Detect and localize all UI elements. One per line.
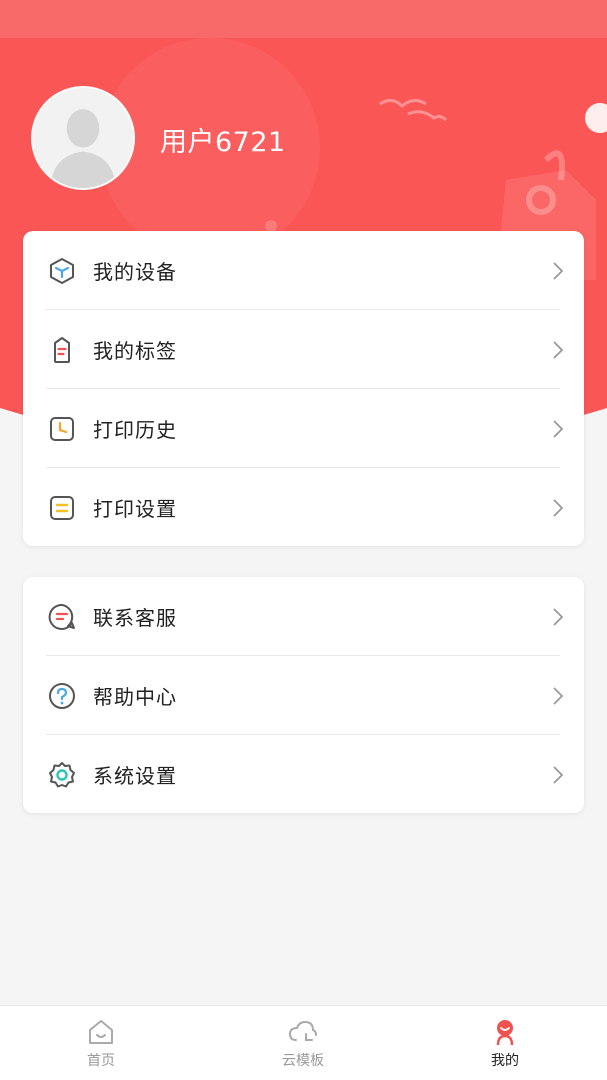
bottom-tab-bar: 首页 云模板 我的 bbox=[0, 1005, 607, 1080]
chevron-right-icon bbox=[553, 340, 564, 359]
device-cube-icon bbox=[50, 257, 74, 284]
tab-label: 首页 bbox=[87, 1053, 115, 1069]
menu-item-contact-support[interactable]: 联系客服 bbox=[23, 577, 584, 656]
status-bar bbox=[0, 0, 607, 38]
username[interactable]: 用户6721 bbox=[160, 120, 286, 159]
menu-item-label: 打印设置 bbox=[93, 497, 177, 521]
history-clock-icon bbox=[50, 416, 74, 441]
tab-label: 我的 bbox=[491, 1053, 519, 1069]
menu-item-help-center[interactable]: 帮助中心 bbox=[23, 656, 584, 735]
chevron-right-icon bbox=[553, 261, 564, 280]
menu-item-label: 帮助中心 bbox=[93, 685, 177, 709]
chevron-right-icon bbox=[553, 419, 564, 438]
chevron-right-icon bbox=[553, 765, 564, 784]
tab-label: 云模板 bbox=[282, 1053, 324, 1069]
menu-item-my-devices[interactable]: 我的设备 bbox=[23, 231, 584, 310]
avatar[interactable] bbox=[31, 86, 135, 190]
print-settings-icon bbox=[50, 495, 74, 520]
chevron-right-icon bbox=[553, 498, 564, 517]
header-dot bbox=[585, 103, 607, 133]
menu-item-my-labels[interactable]: 我的标签 bbox=[23, 310, 584, 389]
menu-item-system-settings[interactable]: 系统设置 bbox=[23, 735, 584, 814]
customer-service-chat-icon bbox=[48, 603, 75, 630]
chevron-right-icon bbox=[553, 686, 564, 705]
tab-cloud-templates[interactable]: 云模板 bbox=[243, 1006, 363, 1080]
menu-item-label: 联系客服 bbox=[93, 606, 177, 630]
menu-card-secondary: 联系客服 帮助中心 系统设置 bbox=[23, 577, 584, 813]
help-question-icon bbox=[49, 682, 75, 709]
profile-icon bbox=[496, 1020, 514, 1046]
menu-card-primary: 我的设备 我的标签 打印历史 打印设置 bbox=[23, 231, 584, 546]
tab-home[interactable]: 首页 bbox=[41, 1006, 161, 1080]
cloud-icon bbox=[288, 1020, 317, 1041]
bird-decoration bbox=[379, 99, 448, 122]
menu-item-print-history[interactable]: 打印历史 bbox=[23, 389, 584, 468]
menu-item-label: 我的标签 bbox=[93, 339, 177, 363]
gear-icon bbox=[49, 761, 75, 787]
chevron-right-icon bbox=[553, 607, 564, 626]
menu-item-label: 系统设置 bbox=[93, 764, 177, 788]
label-tag-icon bbox=[54, 336, 70, 363]
menu-item-label: 打印历史 bbox=[93, 418, 177, 442]
menu-item-print-settings[interactable]: 打印设置 bbox=[23, 468, 584, 547]
avatar-placeholder-icon bbox=[33, 88, 133, 188]
tab-mine[interactable]: 我的 bbox=[445, 1006, 565, 1080]
home-icon bbox=[89, 1020, 113, 1044]
menu-item-label: 我的设备 bbox=[93, 260, 177, 284]
